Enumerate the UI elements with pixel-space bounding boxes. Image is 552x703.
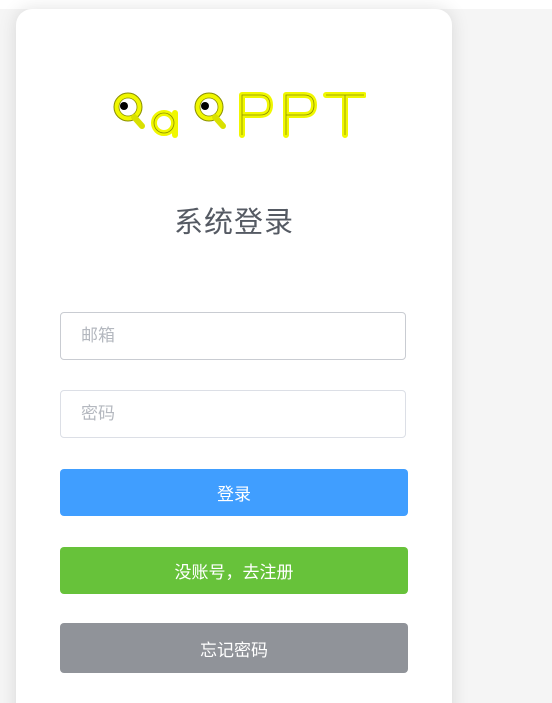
logo-t-icon — [323, 92, 366, 138]
email-input[interactable] — [60, 312, 406, 360]
forgot-password-button[interactable]: 忘记密码 — [60, 623, 408, 673]
password-input[interactable] — [60, 390, 406, 438]
logo-q2-icon — [194, 92, 226, 129]
logo-a-icon — [151, 110, 178, 138]
page-title: 系统登录 — [173, 205, 294, 239]
logo-p1-icon — [239, 92, 273, 138]
login-card: 系统登录 登录 没账号，去注册 忘记密码 — [16, 9, 452, 703]
brand-logo — [113, 92, 366, 138]
logo-p2-icon — [283, 92, 317, 138]
top-strip — [0, 0, 552, 9]
logo-q1-icon — [113, 92, 145, 129]
login-page: 系统登录 登录 没账号，去注册 忘记密码 — [0, 0, 552, 703]
login-button[interactable]: 登录 — [60, 469, 408, 516]
register-button[interactable]: 没账号，去注册 — [60, 547, 408, 594]
